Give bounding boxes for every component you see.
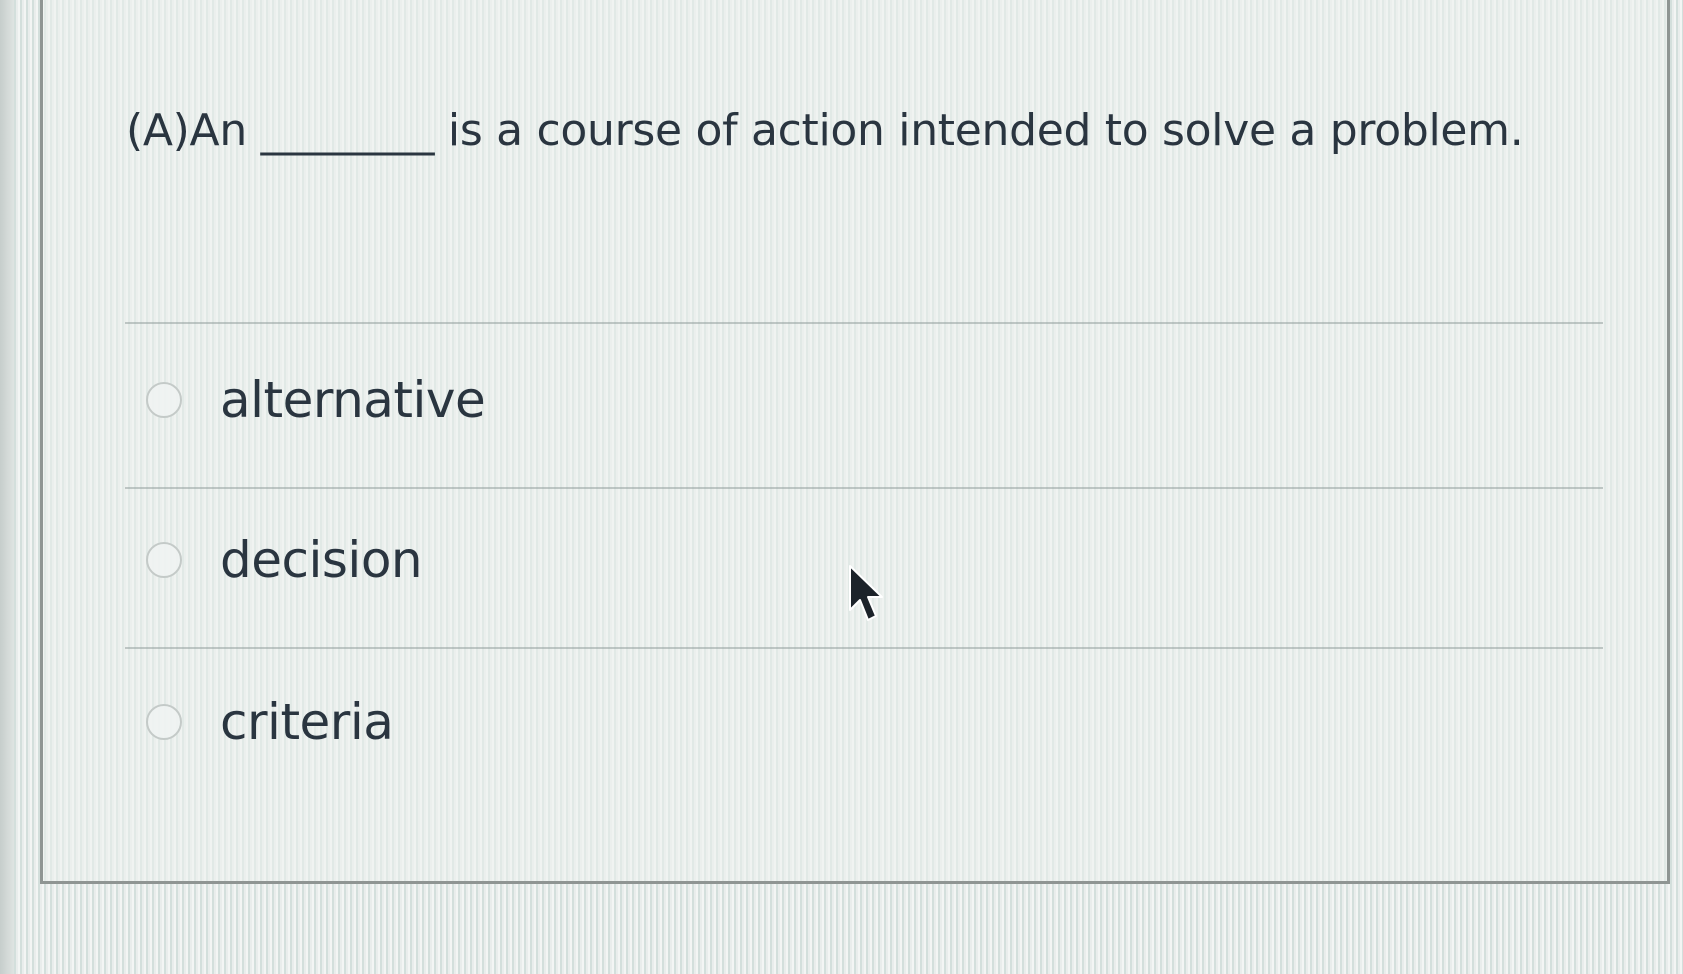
answer-option-decision[interactable]: decision	[146, 530, 423, 590]
mouse-pointer-icon	[849, 565, 883, 621]
answer-option-criteria[interactable]: criteria	[146, 692, 394, 752]
radio-unchecked-icon[interactable]	[146, 542, 182, 578]
answer-divider	[125, 487, 1603, 489]
radio-unchecked-icon[interactable]	[146, 382, 182, 418]
answer-label[interactable]: criteria	[220, 693, 394, 751]
answer-label[interactable]: alternative	[220, 371, 486, 429]
screen-bezel	[0, 0, 14, 974]
radio-unchecked-icon[interactable]	[146, 704, 182, 740]
answer-divider	[125, 322, 1603, 324]
answer-label[interactable]: decision	[220, 531, 423, 589]
answer-option-alternative[interactable]: alternative	[146, 370, 486, 430]
question-text: (A)An ________ is a course of action int…	[126, 105, 1524, 156]
answer-divider	[125, 647, 1603, 649]
